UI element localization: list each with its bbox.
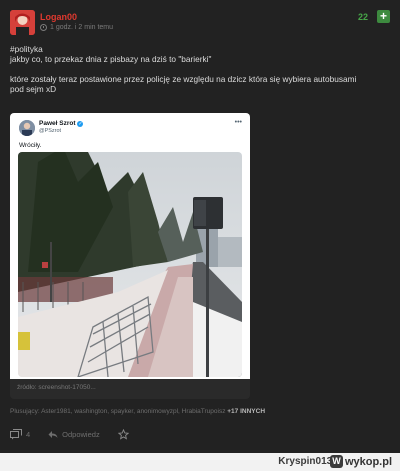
- reply-label: Odpowiedz: [62, 430, 100, 439]
- post-text-line: jakby co, to przekaz dnia z pisbazy na d…: [10, 54, 212, 64]
- post-actions: 4 Odpowiedz: [10, 429, 147, 440]
- upvoters-more[interactable]: +17 INNYCH: [227, 408, 265, 415]
- upvoters-list: Plusujący: Aster1981, washington, spayke…: [10, 408, 265, 415]
- post-card: Logan00 1 godz. i 2 min temu 22 + #polit…: [0, 0, 400, 453]
- embedded-image[interactable]: Paweł Szrot ✓ @PSzrot ••• Wróciły. źródł…: [10, 113, 250, 399]
- tweet-author-name: Paweł Szrot: [39, 120, 76, 127]
- post-time-text: 1 godz. i 2 min temu: [50, 24, 114, 31]
- watermark-bar: Kryspin013 z W wykop.pl: [0, 453, 400, 471]
- image-source[interactable]: źródło: screenshot-17050...: [17, 384, 96, 391]
- tweet-handle: @PSzrot: [39, 128, 62, 134]
- reply-button[interactable]: Odpowiedz: [48, 430, 100, 439]
- post-time: 1 godz. i 2 min temu: [40, 24, 113, 31]
- reply-icon: [48, 431, 58, 438]
- upvote-button[interactable]: +: [377, 10, 390, 23]
- favorite-button[interactable]: [117, 429, 129, 440]
- tweet-text: Wróciły.: [19, 142, 42, 149]
- wykop-logo-icon: W: [329, 455, 343, 468]
- post-text-line: które zostały teraz postawione przez pol…: [10, 74, 357, 84]
- wykop-logo-text: wykop.pl: [344, 455, 392, 468]
- comments-icon: [10, 429, 22, 440]
- post-tag[interactable]: #polityka: [10, 44, 395, 54]
- post-text-line: pod sejm xD: [10, 84, 57, 94]
- comments-count: 4: [26, 430, 31, 439]
- comments-button[interactable]: 4: [10, 429, 30, 440]
- tweet-avatar: [19, 120, 35, 136]
- star-icon: [117, 429, 129, 440]
- verified-icon: ✓: [77, 120, 84, 127]
- clock-icon: [40, 24, 47, 31]
- vote-count: 22: [357, 12, 368, 22]
- tweet-screenshot: Paweł Szrot ✓ @PSzrot ••• Wróciły.: [10, 113, 250, 379]
- upvoters-names[interactable]: Plusujący: Aster1981, washington, spayke…: [10, 408, 225, 415]
- tweet-author: Paweł Szrot ✓: [39, 120, 84, 127]
- more-options-icon: •••: [234, 119, 242, 126]
- author-avatar[interactable]: [10, 10, 35, 35]
- wykop-logo: W wykop.pl: [329, 455, 392, 468]
- street-barriers-photo: [18, 152, 242, 377]
- watermark-username: Kryspin013: [278, 456, 333, 467]
- author-name[interactable]: Logan00: [40, 12, 77, 22]
